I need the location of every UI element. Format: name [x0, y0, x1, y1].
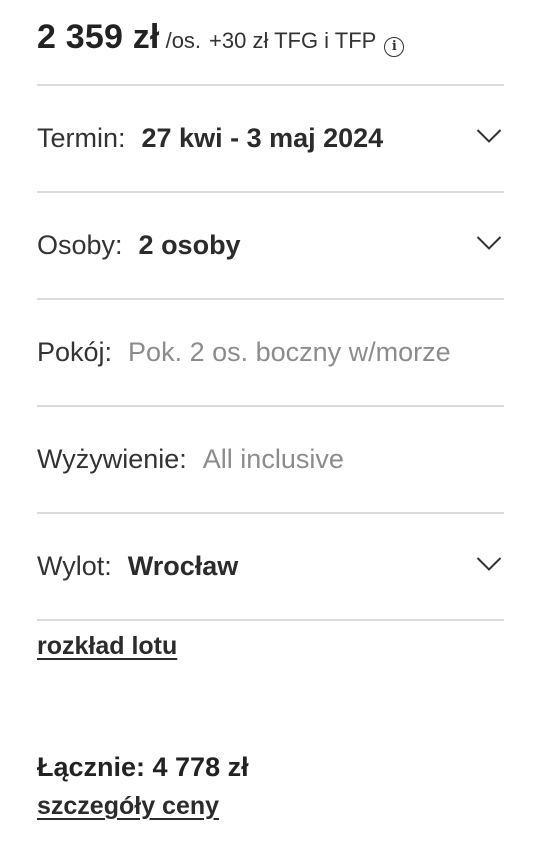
field-value: 27 kwi - 3 maj 2024	[141, 122, 384, 153]
field-pokoj: Pokój: Pok. 2 os. boczny w/morze	[37, 322, 504, 382]
info-icon[interactable]: i	[384, 36, 405, 57]
field-label: Termin:	[37, 122, 126, 153]
field-wyzywienie: Wyżywienie: All inclusive	[37, 429, 504, 489]
price-unit: /os.	[165, 28, 202, 53]
price-extra-fees: +30 zł TFG i TFP	[209, 28, 377, 53]
field-label: Wylot:	[37, 550, 112, 581]
field-termin[interactable]: Termin: 27 kwi - 3 maj 2024	[37, 108, 504, 168]
divider	[37, 405, 504, 407]
divider	[37, 84, 504, 86]
field-value: Wrocław	[127, 550, 239, 581]
field-osoby[interactable]: Osoby: 2 osoby	[37, 215, 504, 275]
booking-panel: 2 359 zł /os. +30 zł TFG i TFP i Termin:…	[0, 0, 544, 848]
total-price: Łącznie: 4 778 zł	[37, 752, 249, 782]
field-label: Osoby:	[37, 229, 123, 260]
flight-schedule-link[interactable]: rozkład lotu	[37, 632, 177, 661]
chevron-down-icon[interactable]	[476, 128, 502, 144]
chevron-down-icon[interactable]	[476, 235, 502, 251]
divider	[37, 512, 504, 514]
chevron-down-icon[interactable]	[476, 556, 502, 572]
price-details-link[interactable]: szczegóły ceny	[37, 792, 219, 821]
field-label: Wyżywienie:	[37, 443, 187, 474]
field-label: Pokój:	[37, 336, 113, 367]
price-line: 2 359 zł /os. +30 zł TFG i TFP i	[37, 18, 504, 57]
divider	[37, 191, 504, 193]
field-value: 2 osoby	[138, 229, 241, 260]
divider	[37, 619, 504, 621]
field-value: All inclusive	[202, 443, 344, 474]
field-value: Pok. 2 os. boczny w/morze	[128, 336, 451, 367]
divider	[37, 298, 504, 300]
price-per-person: 2 359 zł	[37, 18, 160, 56]
field-wylot[interactable]: Wylot: Wrocław	[37, 536, 504, 596]
